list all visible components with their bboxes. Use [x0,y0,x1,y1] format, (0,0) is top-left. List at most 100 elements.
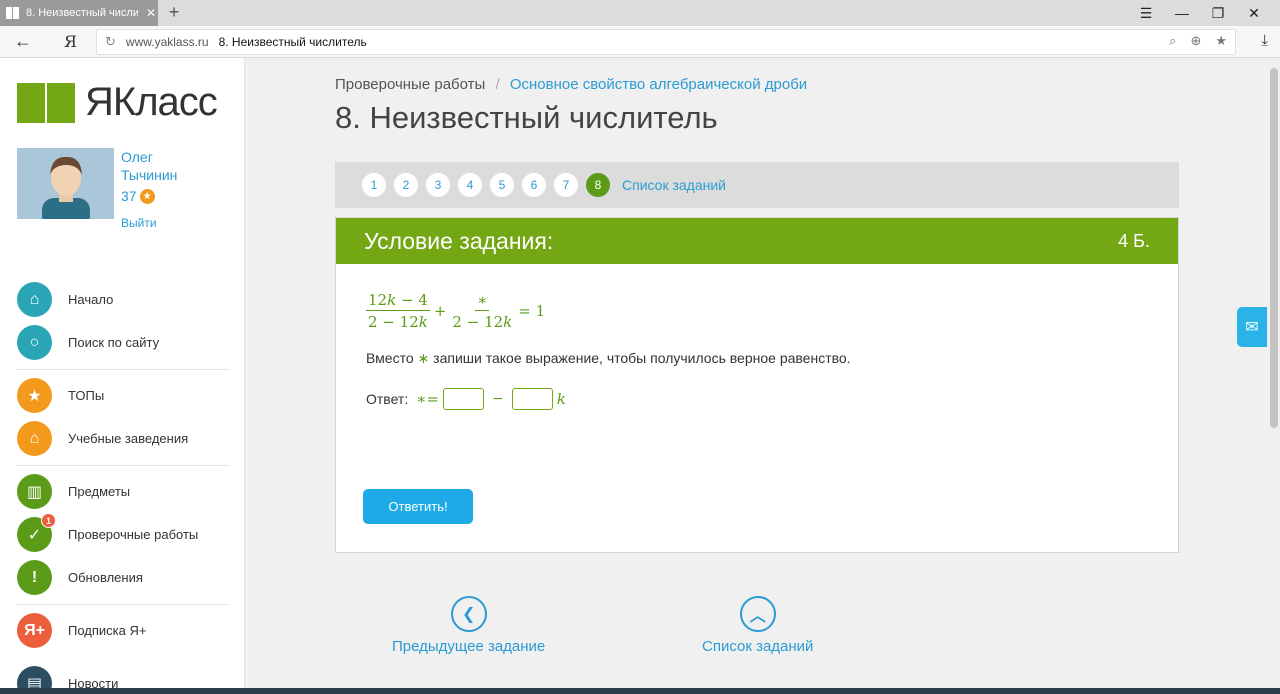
instruction-text-end: запиши такое выражение, чтобы получилось… [429,350,851,366]
search-icon: ○ [17,325,52,360]
browser-tab[interactable]: 8. Неизвестный числитель ✕ [0,0,158,26]
previous-task-label[interactable]: Предыдущее задание [392,638,545,655]
ya-plus-icon: Я+ [17,613,52,648]
back-arrow-icon[interactable]: ← [14,31,32,52]
sidebar-item-label: Проверочные работы [68,527,199,542]
star-icon: ★ [17,378,52,413]
user-first-name[interactable]: Олег [121,148,231,166]
points-value: 37 [121,188,137,204]
url-field[interactable]: ↻ www.yaklass.ru 8. Неизвестный числител… [96,29,1236,55]
url-domain: www.yaklass.ru [125,35,209,49]
task-number-8-active[interactable]: 8 [586,173,610,197]
task-number-1[interactable]: 1 [362,173,386,197]
task-header-title: Условие задания: [364,228,554,254]
scrollbar-thumb[interactable] [1270,68,1278,428]
task-formula: 12k − 4 2 − 12k + ∗ 2 − 12k = 1 [366,291,549,331]
menu-divider [17,604,229,605]
protect-globe-icon[interactable]: ⊕ [1190,33,1201,49]
submit-answer-button[interactable]: Ответить! [363,489,473,524]
answer-label: Ответ: [366,391,409,407]
breadcrumb-topic-link[interactable]: Основное свойство алгебраической дроби [510,76,807,93]
logo-text: ЯКласс [85,80,218,124]
plus-sign: + [433,302,447,320]
yaklass-logo[interactable]: ЯКласс [17,80,218,125]
fraction-2-denominator: 2 − 12k [450,311,514,331]
chevron-up-icon[interactable]: ︿ [739,596,776,632]
task-navigation: 1 2 3 4 5 6 7 8 Список заданий [335,162,1179,208]
sidebar-item-subjects[interactable]: ▥ Предметы [17,474,130,509]
task-card: Условие задания: 4 Б. 12k − 4 2 − 12k + … [335,217,1179,553]
new-tab-plus-icon[interactable]: + [164,2,184,23]
equals-one: = 1 [518,302,546,320]
instruction-star: ∗ [417,350,430,366]
frac1-den-var: k [418,313,428,331]
page-title: 8. Неизвестный числитель [335,100,718,135]
menu-hamburger-icon[interactable]: ☰ [1128,2,1164,24]
reload-icon[interactable]: ↻ [105,34,116,50]
logout-link[interactable]: Выйти [121,216,157,230]
user-last-name[interactable]: Тычинин [121,166,231,184]
fraction-2: ∗ 2 − 12k [450,291,514,331]
scrollbar[interactable] [1268,58,1280,690]
exclamation-icon: ! [17,560,52,595]
tab-title: 8. Неизвестный числитель [26,7,138,19]
bookmark-star-icon[interactable]: ★ [1215,33,1227,49]
chevron-left-icon[interactable]: ❮ [450,596,487,632]
fraction-2-numerator: ∗ [475,291,490,311]
task-header: Условие задания: 4 Б. [336,218,1178,264]
sidebar-item-label: Предметы [68,484,131,499]
zoom-search-icon[interactable]: ⌕ [1169,33,1176,49]
task-number-3[interactable]: 3 [426,173,450,197]
fraction-1-numerator: 12k − 4 [366,291,430,311]
task-list-nav[interactable]: ︿ Список заданий [702,596,813,655]
close-window-icon[interactable]: ✕ [1236,2,1272,24]
sidebar-item-tests[interactable]: ✓ 1 Проверочные работы [17,513,199,552]
restore-icon[interactable]: ❐ [1200,2,1236,24]
sidebar-item-label: Учебные заведения [68,431,189,446]
task-number-4[interactable]: 4 [458,173,482,197]
sidebar-item-subscription[interactable]: Я+ Подписка Я+ [17,613,146,648]
yandex-button[interactable]: Я [64,32,77,51]
fraction-1-denominator: 2 − 12k [366,311,430,331]
sidebar-item-updates[interactable]: ! Обновления [17,560,143,595]
sidebar-item-label: Подписка Я+ [68,623,147,638]
breadcrumb: Проверочные работы / Основное свойство а… [335,76,807,93]
answer-input-constant[interactable] [442,388,484,410]
breadcrumb-separator: / [495,76,500,93]
tab-close-icon[interactable]: ✕ [144,6,158,20]
book-icon: ▥ [17,474,52,509]
avatar[interactable] [17,148,114,219]
yaklass-favicon-icon [6,7,20,19]
user-name[interactable]: Олег Тычинин [121,148,231,184]
previous-task-nav[interactable]: ❮ Предыдущее задание [392,596,545,655]
task-list-link[interactable]: Список заданий [622,177,726,193]
task-number-2[interactable]: 2 [394,173,418,197]
url-page-title: 8. Неизвестный числитель [218,35,367,49]
sidebar-item-label: ТОПы [68,388,105,403]
minimize-icon[interactable]: — [1164,2,1200,24]
task-list-label[interactable]: Список заданий [702,638,813,655]
menu-divider [17,465,229,466]
url-actions: ⌕ ⊕ ★ [1169,33,1227,49]
sidebar-item-search[interactable]: ○ Поиск по сайту [17,325,159,360]
sidebar-item-label: Обновления [68,570,143,585]
task-number-5[interactable]: 5 [490,173,514,197]
task-number-7[interactable]: 7 [554,173,578,197]
sidebar-item-home[interactable]: ⌂ Начало [17,282,113,317]
sidebar-item-label: Начало [68,292,114,307]
answer-input-coefficient[interactable] [511,388,553,410]
user-points[interactable]: 37 ★ [121,188,155,204]
sidebar-item-tops[interactable]: ★ ТОПы [17,378,104,413]
home-icon: ⌂ [17,282,52,317]
menu-divider [17,369,229,370]
instruction-text-start: Вместо [366,350,418,366]
sidebar-item-institutions[interactable]: ⌂ Учебные заведения [17,421,188,456]
task-number-6[interactable]: 6 [522,173,546,197]
breadcrumb-root[interactable]: Проверочные работы [335,76,485,93]
frac1-num-var: k [387,291,397,309]
star-icon: ★ [139,188,155,204]
check-icon: ✓ 1 [17,513,56,552]
download-icon[interactable]: ⤓ [1261,32,1268,49]
frac1-num-coef: 12 [368,291,388,309]
feedback-mail-icon[interactable]: ✉ [1237,307,1267,347]
